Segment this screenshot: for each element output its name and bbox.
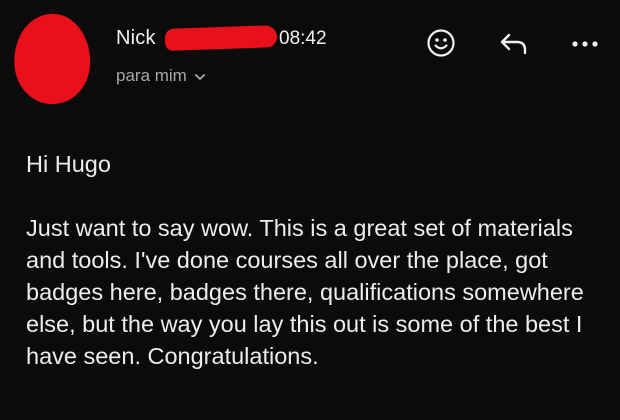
reply-button[interactable] [497,28,531,62]
redacted-last-name [164,25,278,51]
message-greeting: Hi Hugo [26,151,111,177]
chevron-down-icon [193,69,207,83]
message-time: 08:42 [279,28,327,49]
recipient-toggle[interactable]: para mim [116,66,207,86]
reply-arrow-icon [498,28,530,63]
avatar[interactable] [9,10,95,108]
more-options-button[interactable] [568,28,602,62]
message-body: Hi Hugo Just want to say wow. This is a … [26,148,606,372]
recipient-label: para mim [116,66,187,85]
smiley-face-icon [426,28,456,63]
message-paragraph: Just want to say wow. This is a great se… [26,215,584,369]
more-horizontal-icon [570,36,600,54]
emoji-reaction-button[interactable] [424,28,458,62]
sender-name[interactable]: Nick [116,27,156,50]
